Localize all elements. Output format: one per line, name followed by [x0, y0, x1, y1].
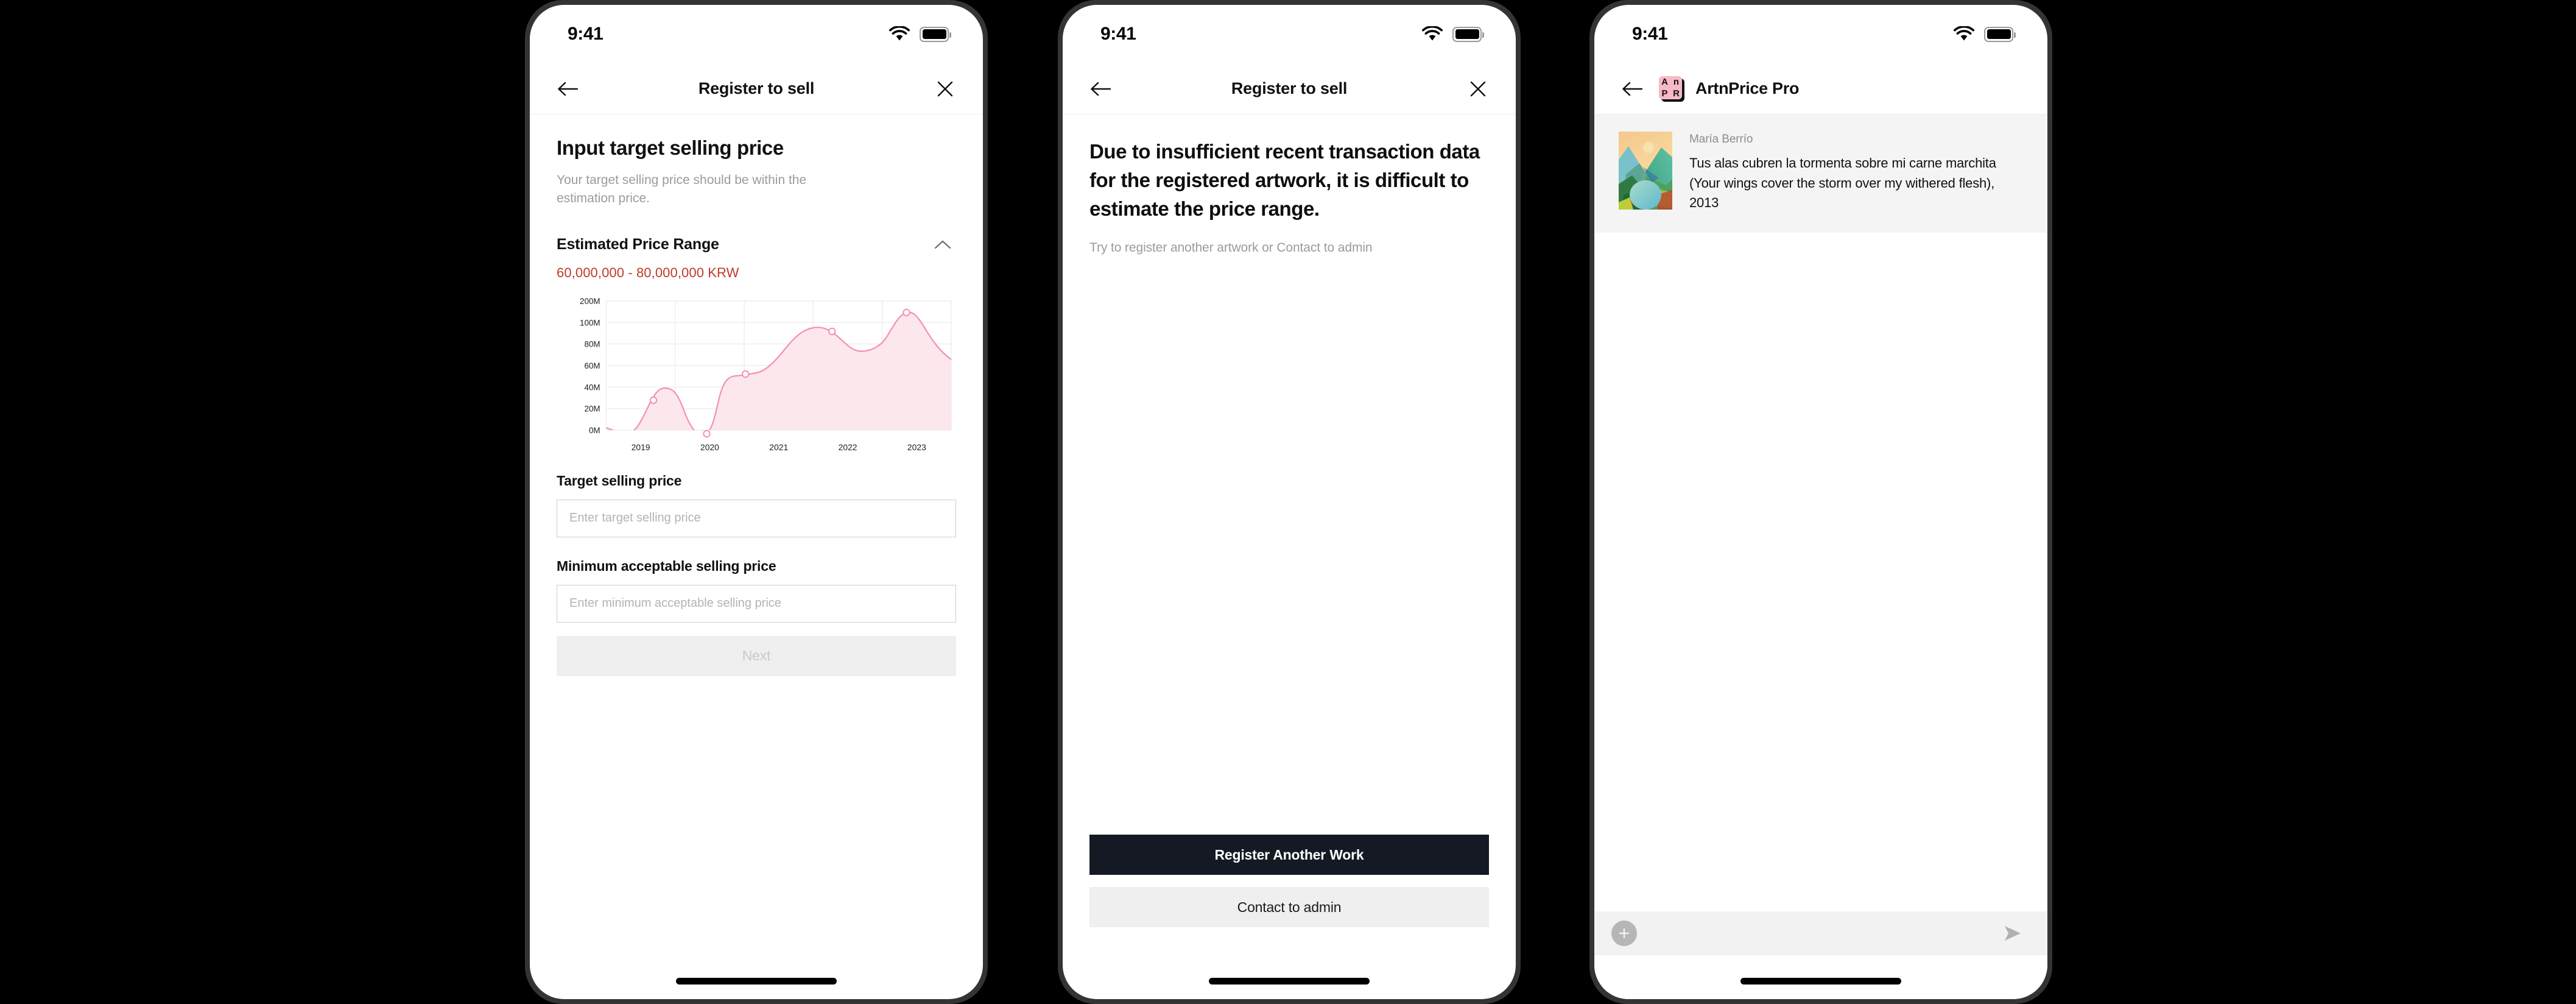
error-subtext: Try to register another artwork or Conta… — [1089, 240, 1373, 255]
status-time: 9:41 — [568, 24, 604, 44]
target-price-label: Target selling price — [557, 472, 682, 489]
screen-artnprice-chat: 9:41 A n P R ArtnPrice Pro María Berrío … — [1594, 5, 2047, 999]
screen1-heading: Input target selling price — [557, 136, 784, 159]
x-tick-label: 2023 — [907, 442, 926, 452]
y-tick-label: 40M — [585, 383, 600, 392]
y-tick-label: 20M — [585, 404, 600, 413]
y-tick-label: 0M — [589, 426, 600, 435]
register-another-work-button[interactable]: Register Another Work — [1089, 835, 1489, 875]
navigation-bar: A n P R ArtnPrice Pro — [1594, 63, 2047, 115]
page-title: Register to sell — [698, 79, 815, 97]
anpr-logo-icon: A n P R — [1659, 76, 1684, 102]
logo-letter-n: n — [1673, 76, 1680, 87]
status-bar: 9:41 — [1594, 5, 2047, 63]
home-indicator[interactable] — [676, 978, 837, 985]
minimum-price-input[interactable] — [557, 584, 956, 623]
y-tick-label: 80M — [585, 339, 600, 348]
contact-admin-button[interactable]: Contact to admin — [1089, 887, 1489, 927]
x-tick-label: 2021 — [769, 442, 788, 452]
wifi-icon — [1954, 26, 1974, 41]
screen1-content: Input target selling price Your target s… — [530, 115, 983, 676]
wifi-icon — [1422, 26, 1443, 41]
status-icons — [1422, 26, 1484, 42]
status-bar: 9:41 — [1063, 5, 1516, 63]
plus-circle-icon[interactable] — [1611, 921, 1637, 946]
message-composer-bar — [1594, 911, 2047, 955]
status-bar: 9:41 — [530, 5, 983, 63]
artwork-message-text: María Berrío Tus alas cubren la tormenta… — [1689, 132, 2023, 213]
back-button[interactable] — [1616, 73, 1648, 105]
chart-y-axis-labels: 200M 100M 80M 60M 40M 20M 0M — [580, 297, 600, 435]
y-tick-label: 100M — [580, 318, 600, 327]
arrow-left-icon — [558, 82, 578, 96]
screen-insufficient-data: 9:41 Register to sell Due to insufficien… — [1063, 5, 1516, 999]
brand-name: ArtnPrice Pro — [1695, 79, 1800, 97]
x-tick-label: 2020 — [700, 442, 719, 452]
target-price-input[interactable] — [557, 499, 956, 537]
next-button[interactable]: Next — [557, 635, 956, 676]
navigation-bar: Register to sell — [1063, 63, 1516, 115]
status-icons — [1954, 26, 2016, 42]
screen1-subheading: Your target selling price should be with… — [557, 173, 807, 206]
estimated-price-range-value: 60,000,000 - 80,000,000 KRW — [557, 264, 739, 280]
back-button[interactable] — [552, 73, 583, 105]
logo-letter-r: R — [1673, 88, 1680, 99]
artwork-thumbnail — [1619, 132, 1672, 210]
x-tick-label: 2022 — [839, 442, 857, 452]
chevron-up-icon — [934, 240, 951, 249]
phone-frame-1: 9:41 Register to sell Input target selli… — [525, 0, 988, 1004]
screen1-body: Input target selling price Your target s… — [530, 115, 983, 999]
artwork-title: Tus alas cubren la tormenta sobre mi car… — [1689, 155, 1996, 211]
estimated-price-section-header: Estimated Price Range — [557, 232, 956, 258]
artwork-message-card[interactable]: María Berrío Tus alas cubren la tormenta… — [1594, 115, 2047, 233]
action-buttons: Register Another Work Contact to admin — [1089, 835, 1489, 927]
home-indicator[interactable] — [1740, 978, 1901, 985]
screen-register-price: 9:41 Register to sell Input target selli… — [530, 5, 983, 999]
battery-full-icon — [1452, 26, 1484, 42]
chart-x-axis-labels: 2019 2020 2021 2022 2023 — [632, 442, 926, 452]
arrow-left-icon — [1091, 82, 1111, 96]
artwork-artist-name: María Berrío — [1689, 133, 1753, 146]
navigation-bar: Register to sell — [530, 63, 983, 115]
status-time: 9:41 — [1632, 24, 1668, 44]
price-history-chart-svg: 200M 100M 80M 60M 40M 20M 0M 2019 2020 2… — [580, 297, 952, 452]
send-arrow-icon[interactable] — [1999, 919, 2027, 947]
error-headline: Due to insufficient recent transaction d… — [1089, 140, 1480, 220]
logo-letter-p: P — [1661, 88, 1668, 99]
anpr-logo-letters: A n P R — [1659, 76, 1682, 99]
chart-series-area — [606, 312, 952, 430]
arrow-left-icon — [1622, 82, 1642, 96]
send-glyph — [2005, 926, 2021, 941]
minimum-price-label: Minimum acceptable selling price — [557, 557, 776, 574]
y-tick-label: 60M — [585, 361, 600, 370]
home-indicator[interactable] — [1209, 978, 1370, 985]
back-button[interactable] — [1085, 73, 1116, 105]
price-history-chart[interactable]: 200M 100M 80M 60M 40M 20M 0M 2019 2020 2… — [557, 296, 956, 473]
page-title: Register to sell — [1231, 79, 1348, 97]
close-button[interactable] — [1462, 73, 1494, 105]
close-button[interactable] — [929, 73, 961, 105]
screenshot-stage: 9:41 Register to sell Input target selli… — [0, 0, 2576, 1004]
close-x-icon — [1470, 81, 1486, 96]
battery-full-icon — [1984, 26, 2016, 42]
estimated-price-title: Estimated Price Range — [557, 236, 719, 253]
phone-frame-3: 9:41 A n P R ArtnPrice Pro María Berrío … — [1589, 0, 2052, 1004]
battery-full-icon — [920, 26, 951, 42]
logo-letter-a: A — [1661, 76, 1668, 87]
collapse-section-button[interactable] — [929, 232, 956, 258]
wifi-icon — [889, 26, 910, 41]
status-icons — [889, 26, 951, 42]
screen2-body: Due to insufficient recent transaction d… — [1063, 115, 1516, 999]
x-tick-label: 2019 — [632, 442, 650, 452]
phone-frame-2: 9:41 Register to sell Due to insufficien… — [1058, 0, 1521, 1004]
status-time: 9:41 — [1100, 24, 1136, 44]
screen3-body: María Berrío Tus alas cubren la tormenta… — [1594, 115, 2047, 999]
screen2-content: Due to insufficient recent transaction d… — [1063, 115, 1516, 255]
plus-glyph — [1619, 928, 1630, 939]
close-x-icon — [937, 81, 953, 96]
y-tick-label: 200M — [580, 297, 600, 306]
